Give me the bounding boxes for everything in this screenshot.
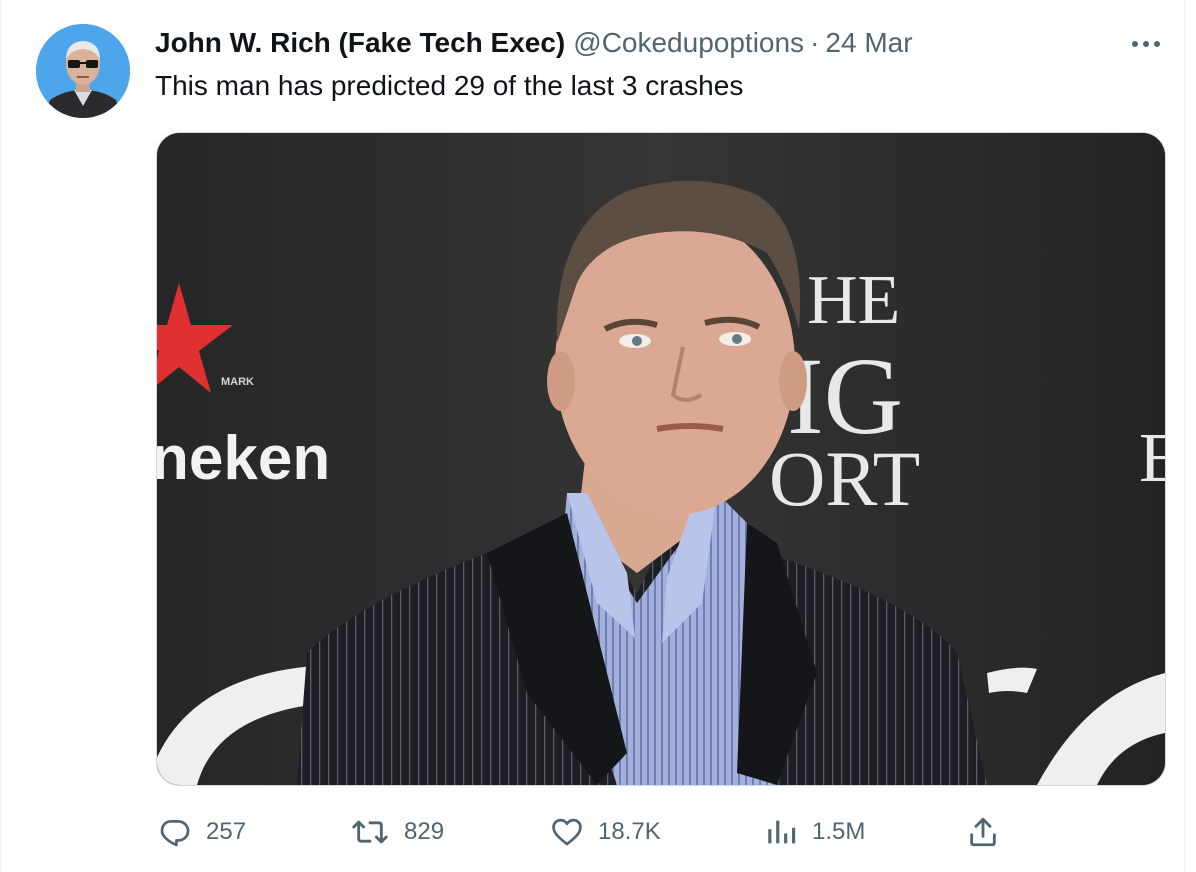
header-separator: · [810,27,820,58]
share-button[interactable] [966,812,1000,852]
more-dots-icon [1132,41,1160,47]
tweet-media[interactable]: MARK neken HE IG ORT E [156,132,1166,786]
ear-left [547,351,575,411]
tweet-date[interactable]: 24 Mar [825,27,912,59]
more-options-button[interactable] [1128,30,1164,58]
ear-right [779,351,807,411]
reply-button[interactable]: 257 [158,812,246,852]
avatar[interactable] [36,24,130,118]
tweet-text: This man has predicted 29 of the last 3 … [155,70,744,101]
backdrop-title-line3: ORT [769,435,920,522]
author-handle[interactable]: @Cokedupoptions [573,27,804,59]
retweet-count: 829 [404,818,445,845]
views-button[interactable]: 1.5M [764,812,865,852]
backdrop-brand-word: neken [157,424,330,493]
retweet-button[interactable]: 829 [350,812,444,852]
like-count: 18.7K [598,818,661,845]
avatar-portrait-icon [36,24,130,118]
backdrop-brand-mark: MARK [221,376,254,388]
backdrop-edge-letter: E [1139,420,1165,497]
views-icon [768,820,796,844]
backdrop-title-line1: HE [807,262,900,339]
author-name[interactable]: John W. Rich (Fake Tech Exec) [155,27,565,59]
reply-icon [160,820,190,847]
tweet-photo: MARK neken HE IG ORT E [157,133,1165,785]
mouth [656,423,724,432]
like-button[interactable]: 18.7K [550,812,661,852]
share-icon [970,817,996,847]
tweet-header: John W. Rich (Fake Tech Exec) @Cokedupop… [155,26,913,60]
timeline-right-border [1184,0,1185,872]
timeline-left-border [0,0,1,872]
tweet-actions-bar: 257 829 18.7K 1.5M [0,812,1196,852]
heart-icon [552,818,582,846]
retweet-icon [352,820,388,844]
views-count: 1.5M [812,818,866,845]
reply-count: 257 [206,818,247,845]
